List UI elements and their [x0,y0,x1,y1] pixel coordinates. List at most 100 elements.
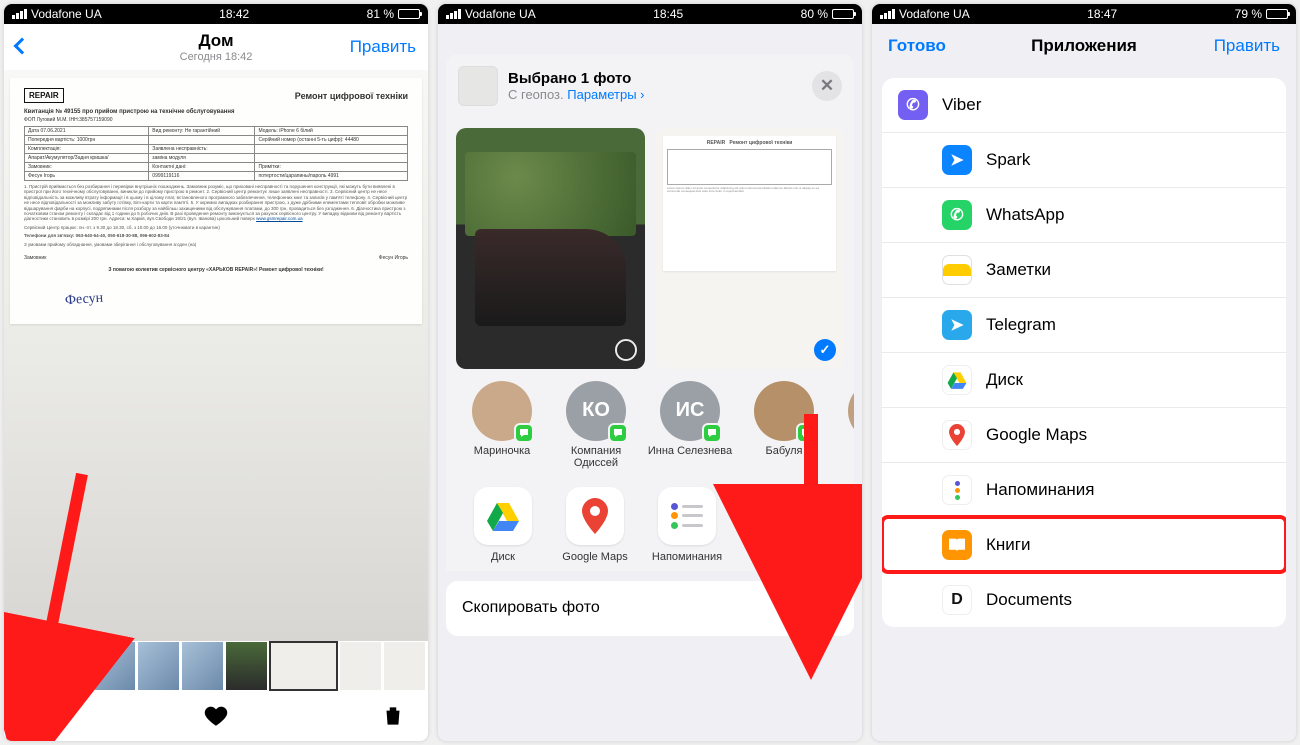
done-button[interactable]: Готово [888,36,958,56]
app-row-книги[interactable]: Книги [882,517,1286,572]
avatar [472,381,532,441]
app-row-label: Книги [986,535,1030,555]
copy-photo-action[interactable]: Скопировать фото [446,581,854,636]
contact-item[interactable]: Бабуля [740,381,828,469]
contact-item[interactable]: Мариночка [458,381,546,469]
status-bar: Vodafone UA 18:45 80 % [438,4,862,24]
app-row-label: Google Maps [986,425,1087,445]
more-icon: ••• [750,487,808,545]
app-label: Еще [736,551,822,563]
screen-share-sheet: Vodafone UA 18:45 80 % Выбрано 1 фото С … [438,4,862,741]
app-row-диск[interactable]: Диск [882,352,1286,407]
doc-terms: 1. Пристрій приймається без розбирання і… [24,184,408,222]
share-options-link[interactable]: Параметры › [567,87,644,102]
app-label: Диск [460,551,546,563]
app-label: Google Maps [552,551,638,563]
thumbnail-strip[interactable] [4,641,428,691]
back-button[interactable] [16,37,86,57]
close-button[interactable]: ✕ [812,71,842,101]
chevron-left-icon [14,38,31,55]
contact-item[interactable]: КО Компания Одиссей [552,381,640,469]
app-row-label: Documents [986,590,1072,610]
messages-badge-icon [608,423,628,443]
doc-signer-name: Фесун Игорь [379,255,408,261]
battery-icon [1266,9,1288,19]
app-label: Напоминания [644,551,730,563]
contact-item[interactable]: ИС Инна Селезнева [646,381,734,469]
app-row-viber[interactable]: ✆Viber [882,78,1286,132]
gallery-item-selected[interactable]: REPAIR Ремонт цифрової техніки Lorem ips… [655,128,844,369]
app-row-telegram[interactable]: ➤Telegram [882,297,1286,352]
app-row-label: Заметки [986,260,1051,280]
edit-button[interactable]: Править [1210,36,1280,56]
edit-button[interactable]: Править [346,37,416,57]
app-row-spark[interactable]: ➤Spark [882,132,1286,187]
thumb-item[interactable] [225,641,268,691]
doc-signer-role: Замовник [24,255,46,261]
thumb-item[interactable] [50,641,93,691]
repair-logo: REPAIR [24,88,64,103]
selection-check-icon[interactable] [814,339,836,361]
battery-icon [832,9,854,19]
selection-circle-icon[interactable] [615,339,637,361]
photo-viewport[interactable]: REPAIR Ремонт цифрової техніки Квитанція… [4,70,428,641]
copy-icon [816,595,838,622]
app-row-заметки[interactable]: Заметки [882,242,1286,297]
nav-bar: Дом Сегодня 18:42 Править [4,24,428,70]
favorite-icon[interactable] [203,703,229,729]
carrier-label: Vodafone UA [31,7,102,21]
messages-badge-icon [796,423,816,443]
share-header-thumb [458,66,498,106]
battery-percent: 80 % [801,7,828,21]
signal-icon [12,9,27,19]
share-app-drive[interactable]: Диск [460,487,546,563]
app-row-label: Диск [986,370,1023,390]
bottom-toolbar [4,691,428,741]
share-header-title: Выбрано 1 фото [508,70,802,87]
airdrop-contacts-row[interactable]: Мариночка КО Компания Одиссей ИС Инна Се… [446,369,854,473]
share-app-more[interactable]: ••• Еще [736,487,822,563]
carrier-label: Vodafone UA [899,7,970,21]
doc-hours: Сервісний Центр працює: пн.-пт. з 9.30 д… [24,225,408,230]
nav-title: Приложения [1031,36,1137,56]
contact-label: Бабуля [740,445,828,457]
status-time: 18:42 [219,7,249,21]
battery-icon [398,9,420,19]
nav-bar: Готово Приложения Править [872,24,1296,68]
app-row-напоминания[interactable]: Напоминания [882,462,1286,517]
signature-scribble: Фесун [64,290,103,309]
thumb-item[interactable] [383,641,426,691]
share-app-reminders[interactable]: Напоминания [644,487,730,563]
thumb-item[interactable] [94,641,137,691]
thumb-item[interactable] [339,641,382,691]
nav-subtitle: Сегодня 18:42 [86,51,346,63]
app-row-whatsapp[interactable]: ✆WhatsApp [882,187,1286,242]
carrier-label: Vodafone UA [465,7,536,21]
thumb-item[interactable] [181,641,224,691]
status-bar: Vodafone UA 18:47 79 % [872,4,1296,24]
app-row-label: WhatsApp [986,205,1064,225]
share-apps-row[interactable]: Диск Google Maps Напоминания ••• Еще [446,473,854,571]
signal-icon [446,9,461,19]
trash-icon[interactable] [380,703,406,729]
status-time: 18:47 [1087,7,1117,21]
app-row-google-maps[interactable]: Google Maps [882,407,1286,462]
contact-item[interactable]: о. М… [834,381,854,469]
doc-receipt-number: Квитанція № 49155 про прийом пристрою на… [24,109,408,115]
gallery-item[interactable] [456,128,645,369]
thumb-item[interactable] [137,641,180,691]
share-icon[interactable] [26,703,52,729]
app-row-documents[interactable]: DDocuments [882,572,1286,627]
share-header: Выбрано 1 фото С геопоз. Параметры › ✕ [446,54,854,118]
avatar [754,381,814,441]
doc-phones: Телефони для зв'язку: 063-640-64-40, 050… [24,233,408,238]
nav-title: Дом [86,31,346,51]
apps-list: ✆Viber➤Spark✆WhatsApp Заметки ➤Telegram Дис… [882,78,1286,627]
app-row-label: Viber [942,95,981,115]
document-page: REPAIR Ремонт цифрової техніки Квитанція… [10,78,422,324]
screen-app-list: Vodafone UA 18:47 79 % Готово Приложения… [872,4,1296,741]
thumb-item[interactable] [6,641,49,691]
battery-percent: 79 % [1235,7,1262,21]
thumb-item-current[interactable] [269,641,338,691]
share-app-gmaps[interactable]: Google Maps [552,487,638,563]
